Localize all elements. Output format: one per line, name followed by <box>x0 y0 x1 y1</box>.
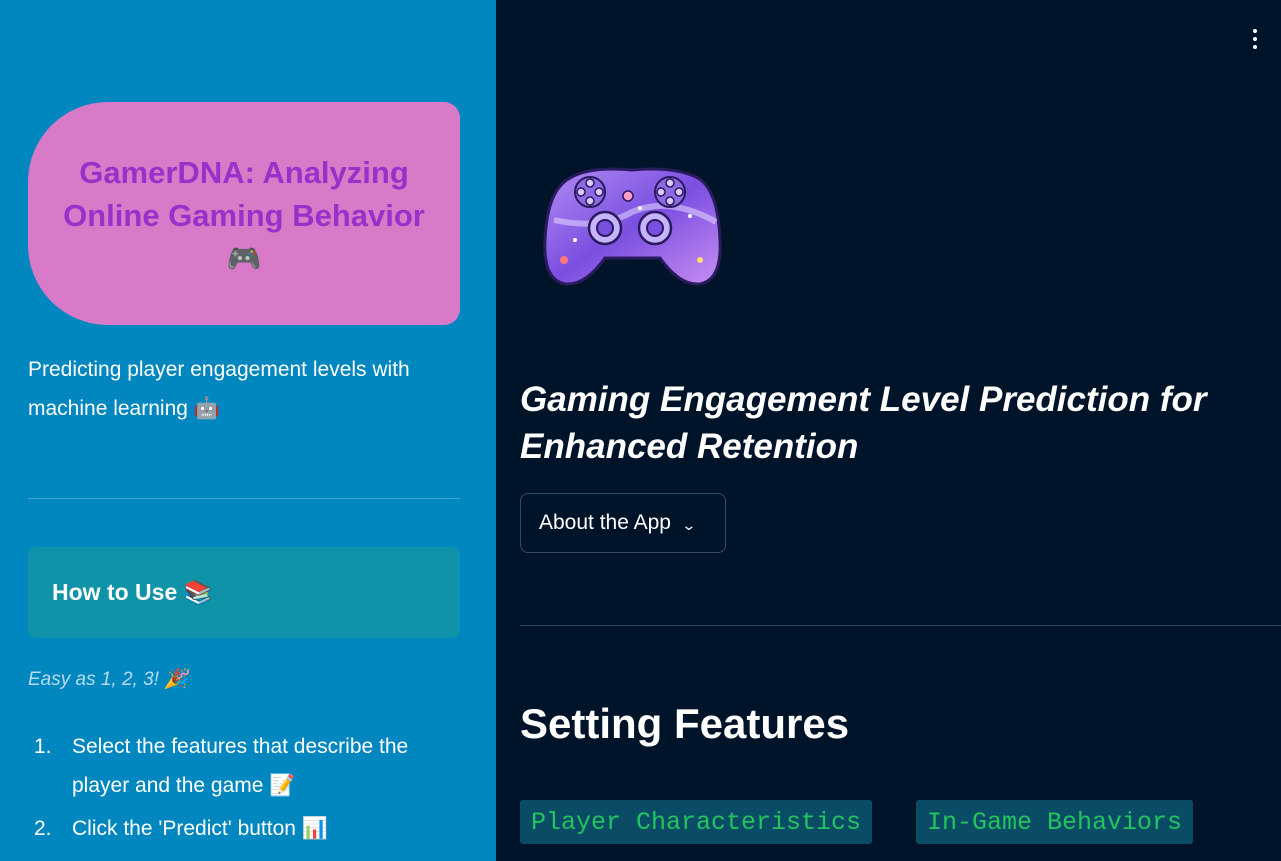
main-divider <box>520 625 1281 626</box>
step-text: Click the 'Predict' button 📊 <box>72 817 328 840</box>
main-content: Gaming Engagement Level Prediction for E… <box>496 0 1281 861</box>
gamepad-emoji-icon: 🎮 <box>226 241 262 275</box>
step-item: 1. Select the features that describe the… <box>28 727 460 805</box>
easy-caption: Easy as 1, 2, 3! 🎉 <box>28 669 188 690</box>
tag-in-game-behaviors: In-Game Behaviors <box>916 800 1194 844</box>
about-app-expander[interactable]: About the App ⌄ <box>520 493 726 553</box>
app-title-card: GamerDNA: Analyzing Online Gaming Behavi… <box>28 102 460 325</box>
sidebar-divider <box>28 498 460 499</box>
page-heading: Gaming Engagement Level Prediction for E… <box>520 380 1207 466</box>
menu-dot <box>1253 37 1257 41</box>
sidebar: GamerDNA: Analyzing Online Gaming Behavi… <box>0 0 496 861</box>
how-to-use-title: How to Use 📚 <box>52 579 213 605</box>
about-app-label: About the App <box>539 511 671 534</box>
tag-player-characteristics: Player Characteristics <box>520 800 873 844</box>
app-subtitle: Predicting player engagement levels with… <box>28 358 410 420</box>
step-item: 2. Click the 'Predict' button 📊 <box>28 809 460 848</box>
steps-list: 1. Select the features that describe the… <box>28 727 460 852</box>
how-to-use-card: How to Use 📚 <box>28 547 460 638</box>
chevron-down-icon: ⌄ <box>681 516 697 533</box>
step-text: Select the features that describe the pl… <box>72 735 409 797</box>
step-number: 1. <box>34 735 52 758</box>
section-title: Setting Features <box>520 700 850 747</box>
menu-dot <box>1253 45 1257 49</box>
menu-dot <box>1253 29 1257 33</box>
main-menu-button[interactable] <box>1243 22 1267 56</box>
game-controller-image <box>543 167 722 286</box>
app-title: GamerDNA: Analyzing Online Gaming Behavi… <box>63 154 425 233</box>
step-number: 2. <box>34 817 52 840</box>
